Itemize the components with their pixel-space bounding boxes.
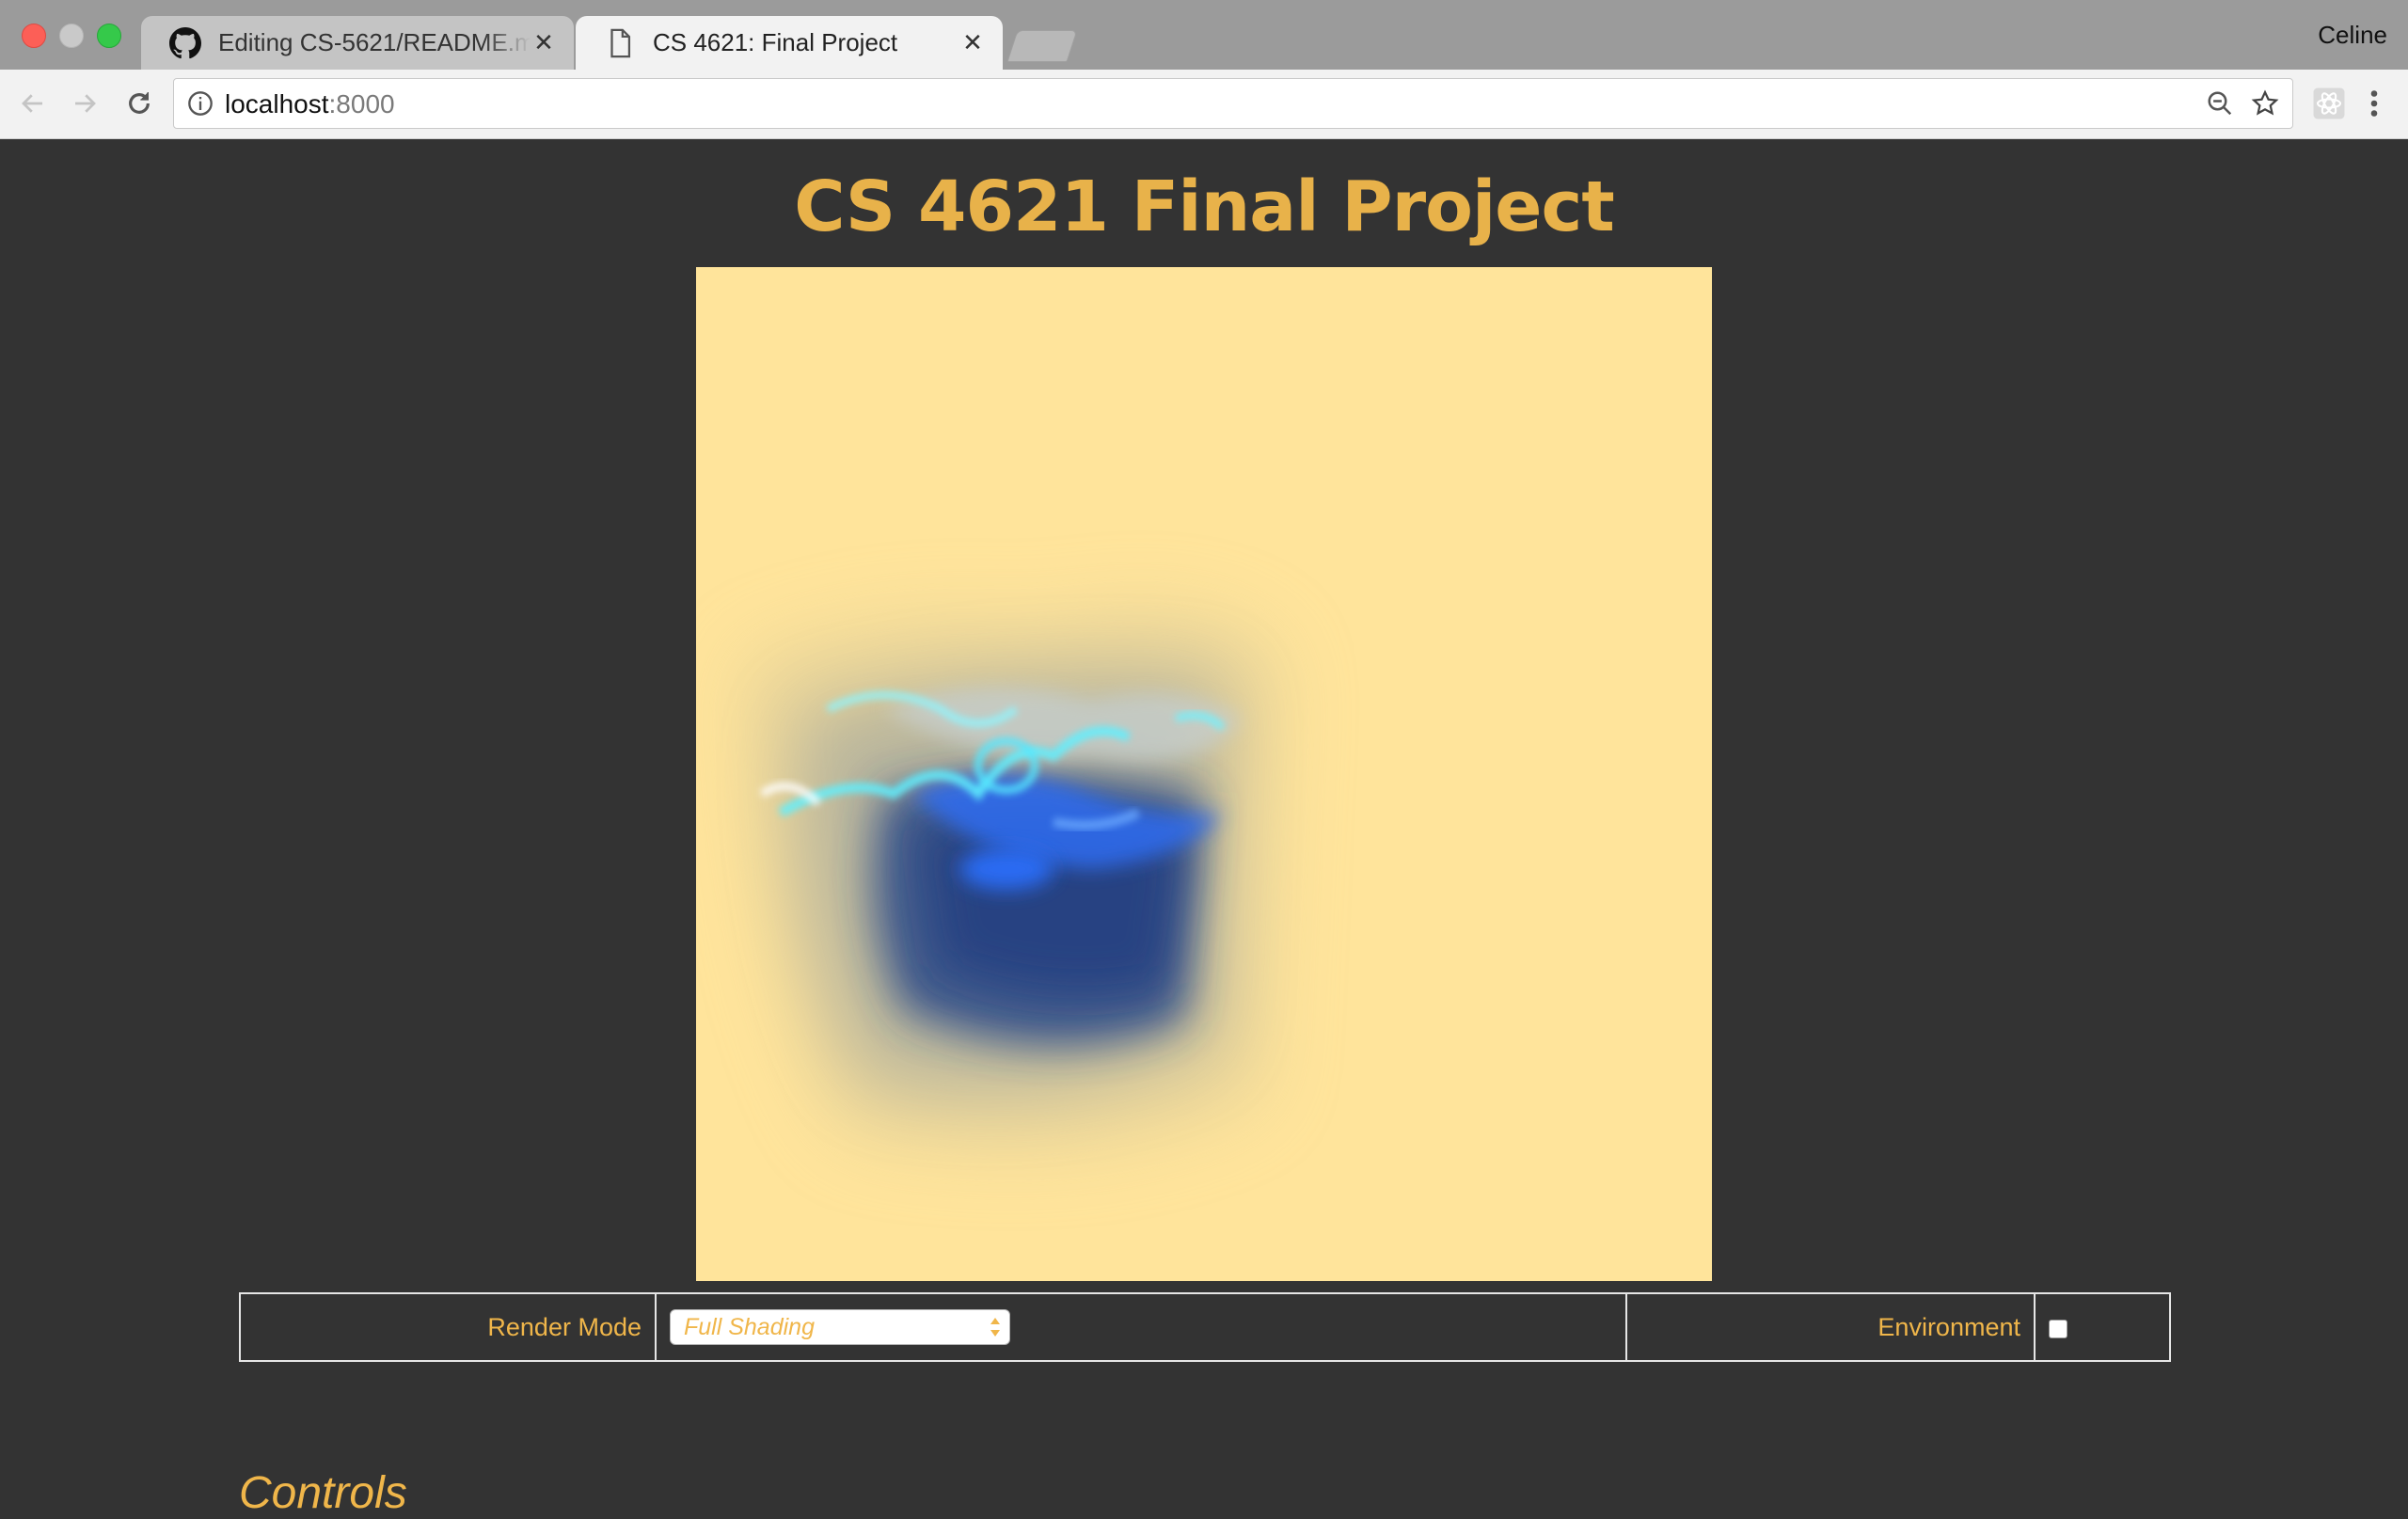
environment-checkbox[interactable] bbox=[2049, 1320, 2067, 1338]
url-text[interactable]: localhost:8000 bbox=[225, 89, 395, 119]
close-tab-icon[interactable]: ✕ bbox=[531, 28, 557, 57]
select-arrows-icon bbox=[990, 1318, 1000, 1337]
render-mode-cell: Full Shading bbox=[655, 1292, 1627, 1362]
arrow-right-icon bbox=[75, 94, 96, 113]
page-title: CS 4621 Final Project bbox=[794, 166, 1614, 247]
info-icon[interactable] bbox=[187, 90, 214, 117]
extension-icon[interactable] bbox=[2312, 87, 2346, 120]
tab-final-project[interactable]: CS 4621: Final Project ✕ bbox=[576, 16, 1003, 70]
render-controls: Render Mode Full Shading Environment bbox=[239, 1292, 2171, 1362]
more-menu-icon[interactable] bbox=[2363, 87, 2385, 120]
reload-icon bbox=[129, 92, 150, 114]
browser-titlebar: Editing CS-5621/README.md at master ✕ CS… bbox=[0, 0, 2408, 70]
github-icon bbox=[169, 26, 201, 58]
profile-name[interactable]: Celine bbox=[2318, 21, 2387, 50]
arrow-left-icon bbox=[22, 94, 42, 113]
close-window-button[interactable] bbox=[22, 24, 46, 48]
render-mode-select[interactable]: Full Shading bbox=[670, 1309, 1010, 1345]
zoom-out-icon[interactable] bbox=[2206, 89, 2234, 118]
address-bar[interactable]: localhost:8000 bbox=[173, 78, 2293, 129]
environment-cell bbox=[2034, 1292, 2171, 1362]
render-mode-label: Render Mode bbox=[239, 1292, 657, 1362]
browser-toolbar: localhost:8000 bbox=[0, 70, 2408, 139]
reload-button[interactable] bbox=[120, 85, 158, 122]
bookmark-star-icon[interactable] bbox=[2251, 89, 2279, 118]
back-button[interactable] bbox=[14, 85, 52, 122]
url-host: localhost bbox=[225, 89, 329, 119]
minimize-window-button[interactable] bbox=[59, 24, 84, 48]
tab-title: CS 4621: Final Project bbox=[653, 28, 898, 56]
render-mode-value: Full Shading bbox=[684, 1314, 815, 1340]
tab-title: Editing CS-5621/README.md at master bbox=[218, 28, 531, 56]
document-icon bbox=[610, 28, 631, 57]
render-canvas[interactable] bbox=[696, 267, 1712, 1281]
maximize-window-button[interactable] bbox=[97, 24, 121, 48]
smoke-volume-render bbox=[743, 611, 1279, 1149]
url-port: :8000 bbox=[328, 89, 395, 119]
controls-heading: Controls bbox=[239, 1468, 407, 1518]
forward-button[interactable] bbox=[66, 85, 103, 122]
tab-github-readme[interactable]: Editing CS-5621/README.md at master ✕ bbox=[141, 16, 574, 70]
close-tab-icon[interactable]: ✕ bbox=[959, 28, 986, 57]
environment-label: Environment bbox=[1625, 1292, 2036, 1362]
new-tab-button[interactable] bbox=[1006, 30, 1078, 62]
